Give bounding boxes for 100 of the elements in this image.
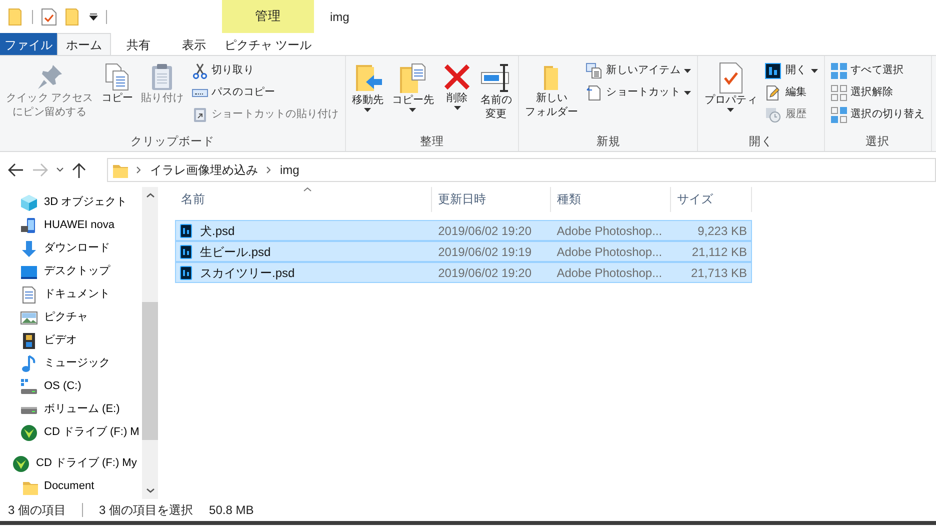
ribbon-tab[interactable]: 表示 xyxy=(166,33,222,55)
ribbon-button[interactable]: 選択の切り替え xyxy=(828,104,927,126)
file-name: 犬.psd xyxy=(200,222,235,240)
table-cell-text: 2019/06/02 19:20 xyxy=(437,264,533,282)
grid-outline-icon xyxy=(830,85,847,101)
ribbon-button[interactable]: ショートカット xyxy=(584,82,694,104)
column-header[interactable]: 名前 xyxy=(175,187,432,212)
up-icon xyxy=(72,162,86,178)
nav-item[interactable]: OS (C:) xyxy=(0,375,142,398)
ribbon-button[interactable]: コピー先 xyxy=(390,60,436,114)
ribbon-tab[interactable]: ホーム xyxy=(57,33,111,55)
drive-icon xyxy=(20,406,38,414)
ribbon-tab[interactable]: 共有 xyxy=(111,33,166,55)
app-icon xyxy=(765,63,782,79)
download-icon xyxy=(20,240,38,258)
breadcrumb[interactable]: img xyxy=(280,160,300,178)
status-text: 3 個の項目 xyxy=(8,502,66,519)
grid-icon xyxy=(830,107,847,123)
file-tab[interactable]: ファイル xyxy=(0,33,57,55)
music-note-icon xyxy=(20,354,38,372)
file-icon xyxy=(180,244,192,258)
column-header[interactable]: 更新日時 xyxy=(432,187,551,212)
document-arrow-icon xyxy=(586,85,602,101)
film-icon xyxy=(20,332,38,350)
scroll-down-icon xyxy=(146,488,154,493)
ribbon-button[interactable]: 名前の 変更 xyxy=(478,60,514,124)
status-text: 50.8 MB xyxy=(209,502,254,519)
breadcrumb[interactable]: イラレ画像埋め込み xyxy=(150,160,258,178)
file-name: 生ビール.psd xyxy=(200,244,271,260)
cube-icon xyxy=(20,194,38,212)
scroll-up-icon xyxy=(146,193,154,198)
ribbon-button[interactable]: プロパティ xyxy=(702,60,760,114)
nav-item[interactable]: HUAWEI nova xyxy=(0,214,142,237)
file-row[interactable]: 生ビール.psd 2019/06/02 19:19 Adobe Photoshop... 21,112 KB xyxy=(175,241,752,262)
file-row[interactable]: 犬.psd 2019/06/02 19:20 Adobe Photoshop... 9,223 KB xyxy=(175,220,752,241)
table-cell-text: Adobe Photoshop... xyxy=(556,264,664,282)
nav-item[interactable]: ピクチャ xyxy=(0,306,142,329)
nav-item[interactable]: Document xyxy=(0,475,142,498)
group-label: 新規 xyxy=(596,136,620,150)
ribbon-button[interactable]: 削除 xyxy=(440,60,474,112)
group-label: 開く xyxy=(748,136,773,150)
table-cell-text: Adobe Photoshop... xyxy=(556,222,664,240)
address-bar[interactable]: イラレ画像埋め込み img xyxy=(107,158,936,182)
table-cell-text: 21,112 KB xyxy=(690,244,747,260)
nav-item[interactable]: ボリューム (E:) xyxy=(0,398,142,421)
nav-item[interactable]: ダウンロード xyxy=(0,237,142,260)
table-cell-text: Adobe Photoshop... xyxy=(556,244,664,260)
ribbon-button[interactable]: すべて選択 xyxy=(828,60,927,82)
file-icon xyxy=(180,266,192,280)
nav-item[interactable]: ミュージック xyxy=(0,352,142,375)
scroll-thumb[interactable] xyxy=(142,302,158,440)
disc-icon xyxy=(12,454,30,472)
ribbon-button[interactable]: 編集 xyxy=(763,82,820,104)
scissors-icon xyxy=(192,63,208,79)
folder-icon xyxy=(8,8,24,26)
nav-item[interactable]: 3D オブジェクト xyxy=(0,191,142,214)
table-cell-text: 2019/06/02 19:20 xyxy=(437,222,533,240)
file-row[interactable]: スカイツリー.psd 2019/06/02 19:20 Adobe Photoshop... 21,713 KB xyxy=(175,262,752,283)
ribbon-button[interactable]: 選択解除 xyxy=(828,82,927,104)
ribbon-button[interactable]: 切り取り xyxy=(190,60,341,82)
group-label: クリップボード xyxy=(130,136,214,150)
delete-icon xyxy=(442,62,472,92)
nav-item[interactable]: デスクトップ xyxy=(0,260,142,283)
document-check-icon xyxy=(41,8,57,26)
nav-item[interactable]: ドキュメント xyxy=(0,283,142,306)
picture-icon xyxy=(20,308,38,326)
document-icon xyxy=(20,286,38,304)
nav-item[interactable]: CD ドライブ (F:) M xyxy=(0,421,142,444)
chevron-right-icon xyxy=(266,166,272,174)
chevron-down-icon xyxy=(56,167,64,172)
group-label: 整理 xyxy=(420,136,444,150)
ribbon-button[interactable]: 移動先 xyxy=(350,60,386,114)
table-cell-text: 9,223 KB xyxy=(696,222,747,240)
ribbon-button[interactable]: 新しいアイテム xyxy=(584,60,694,82)
grid-icon xyxy=(830,63,847,79)
disc-icon xyxy=(20,424,38,442)
file-icon xyxy=(180,224,192,238)
nav-item[interactable]: CD ドライブ (F:) My xyxy=(0,452,142,475)
dropdown-icon xyxy=(89,12,98,20)
ribbon-button[interactable]: 開く xyxy=(763,60,820,82)
phone-icon xyxy=(20,216,38,234)
folder-icon xyxy=(65,8,81,26)
ribbon-button[interactable]: コピー xyxy=(99,60,136,108)
ribbon-button[interactable]: 新しい フォルダー xyxy=(523,60,580,122)
context-tab-header: 管理 xyxy=(222,0,314,33)
column-header[interactable]: サイズ xyxy=(671,187,752,212)
status-text: 3 個の項目を選択 xyxy=(99,502,194,519)
table-cell-text: 2019/06/02 19:19 xyxy=(437,244,533,260)
documents-icon xyxy=(586,63,602,79)
group-label: 選択 xyxy=(866,136,890,150)
nav-item[interactable]: ビデオ xyxy=(0,329,142,352)
chevron-right-icon xyxy=(136,166,142,174)
ribbon-button[interactable]: パスのコピー xyxy=(190,82,341,104)
ribbon-tab[interactable]: ピクチャ ツール xyxy=(222,33,314,55)
scrollbar[interactable] xyxy=(142,187,158,499)
column-header[interactable]: 種類 xyxy=(551,187,671,212)
pencil-document-icon xyxy=(765,85,782,101)
drive-icon xyxy=(20,378,38,396)
clock-icon xyxy=(765,107,782,123)
back-icon xyxy=(8,162,24,176)
